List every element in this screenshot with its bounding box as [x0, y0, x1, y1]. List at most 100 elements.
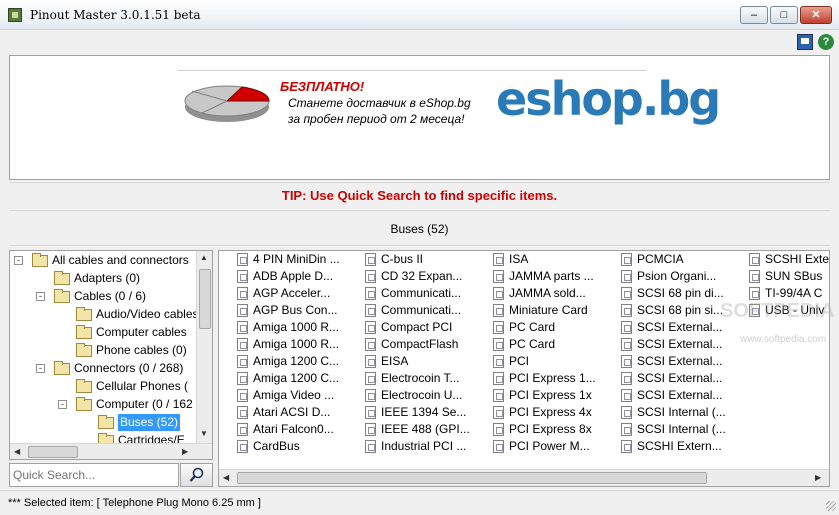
scroll-thumb[interactable]	[28, 446, 78, 458]
quick-search-input[interactable]	[9, 463, 179, 487]
list-item[interactable]: PC Card	[493, 319, 617, 336]
folder-icon	[54, 271, 70, 285]
list-item[interactable]: PCI Express 8x	[493, 421, 617, 438]
list-item-label: 4 PIN MiniDin ...	[253, 252, 340, 266]
scroll-up-icon[interactable]: ▲	[200, 253, 208, 262]
list-item[interactable]: C-bus II	[365, 251, 489, 268]
collapse-icon[interactable]: -	[14, 256, 23, 265]
close-button[interactable]: ✕	[800, 6, 832, 24]
list-item[interactable]: Atari Falcon0...	[237, 421, 361, 438]
scroll-left-icon[interactable]: ◀	[14, 447, 20, 456]
list-item[interactable]: PCI Express 4x	[493, 404, 617, 421]
list-item[interactable]: PCI Express 1...	[493, 370, 617, 387]
list-item[interactable]: Amiga 1200 C...	[237, 370, 361, 387]
list-item[interactable]: JAMMA sold...	[493, 285, 617, 302]
collapse-icon[interactable]: -	[36, 292, 45, 301]
item-list[interactable]: 4 PIN MiniDin ... ADB Apple D... AGP Accel…	[218, 250, 830, 487]
pinout-document-icon	[493, 287, 504, 300]
watermark-url: www.softpedia.com	[740, 334, 827, 345]
list-item[interactable]: SUN SBus	[749, 268, 829, 285]
ad-banner[interactable]: БЕЗПЛАТНО! Станете доставчик в eShop.bg …	[178, 70, 721, 130]
list-item[interactable]: PC Card	[493, 336, 617, 353]
list-item[interactable]: AGP Bus Con...	[237, 302, 361, 319]
folder-icon	[98, 415, 114, 429]
list-item[interactable]: PCI Express 1x	[493, 387, 617, 404]
tree-horizontal-scrollbar[interactable]: ◀ ▶	[10, 443, 212, 459]
ad-text-line-2: за пробен период от 2 месеца!	[288, 112, 465, 126]
list-item-label: SCSI External...	[637, 320, 723, 334]
list-item[interactable]: IEEE 488 (GPI...	[365, 421, 489, 438]
pinout-document-icon	[493, 406, 504, 419]
list-item[interactable]: Industrial PCI ...	[365, 438, 489, 455]
list-item[interactable]: SCSI External...	[621, 387, 745, 404]
scroll-thumb[interactable]	[237, 472, 707, 484]
list-item[interactable]: CompactFlash	[365, 336, 489, 353]
list-item[interactable]: Communicati...	[365, 302, 489, 319]
scroll-right-icon[interactable]: ▶	[815, 473, 821, 482]
list-item[interactable]: SCSHI Extern...	[621, 438, 745, 455]
ad-free-text: БЕЗПЛАТНО!	[280, 79, 365, 94]
list-item[interactable]: Atari ACSI D...	[237, 404, 361, 421]
maximize-button[interactable]: □	[770, 6, 798, 24]
pinout-document-icon	[365, 423, 376, 436]
scroll-left-icon[interactable]: ◀	[223, 473, 229, 482]
list-item[interactable]: ADB Apple D...	[237, 268, 361, 285]
list-item[interactable]: SCSI External...	[621, 353, 745, 370]
list-item-label: Communicati...	[381, 303, 462, 317]
list-item[interactable]: Electrocoin T...	[365, 370, 489, 387]
list-item[interactable]: AGP Acceler...	[237, 285, 361, 302]
list-item[interactable]: SCSI Internal (...	[621, 421, 745, 438]
list-item[interactable]: Amiga Video ...	[237, 387, 361, 404]
list-item[interactable]: Communicati...	[365, 285, 489, 302]
pinout-document-icon	[621, 406, 632, 419]
tree-item-label: Phone cables (0)	[96, 343, 187, 357]
list-item[interactable]: CardBus	[237, 438, 361, 455]
tip-text: TIP: Use Quick Search to find specific i…	[9, 182, 830, 208]
search-button[interactable]	[180, 463, 213, 487]
list-item[interactable]: SCSI External...	[621, 370, 745, 387]
pinout-document-icon	[493, 372, 504, 385]
pinout-document-icon	[621, 253, 632, 266]
list-item[interactable]: Compact PCI	[365, 319, 489, 336]
list-item[interactable]: SCSI External...	[621, 336, 745, 353]
folder-icon	[32, 253, 48, 267]
help-icon[interactable]: ?	[818, 34, 834, 50]
app-icon	[8, 8, 22, 22]
list-item[interactable]: Amiga 1200 C...	[237, 353, 361, 370]
list-item-label: Communicati...	[381, 286, 462, 300]
export-icon[interactable]	[797, 34, 813, 50]
list-item[interactable]: Amiga 1000 R...	[237, 319, 361, 336]
list-item[interactable]: SCSHI Exte	[749, 251, 829, 268]
collapse-icon[interactable]: -	[58, 400, 67, 409]
list-item-label: SCSI Internal (...	[637, 405, 726, 419]
collapse-icon[interactable]: -	[36, 364, 45, 373]
scroll-thumb[interactable]	[199, 269, 211, 329]
list-item[interactable]: SCSI Internal (...	[621, 404, 745, 421]
list-item[interactable]: Amiga 1000 R...	[237, 336, 361, 353]
tree-vertical-scrollbar[interactable]: ▲ ▼	[196, 251, 212, 443]
pinout-document-icon	[621, 287, 632, 300]
list-item[interactable]: EISA	[365, 353, 489, 370]
list-item[interactable]: PCI	[493, 353, 617, 370]
list-item[interactable]: CD 32 Expan...	[365, 268, 489, 285]
list-item[interactable]: Psion Organi...	[621, 268, 745, 285]
list-item[interactable]: Electrocoin U...	[365, 387, 489, 404]
ad-text-line-1: Станете доставчик в eShop.bg	[288, 96, 471, 110]
scroll-right-icon[interactable]: ▶	[182, 447, 188, 456]
tree-item-label: Cables (0 / 6)	[74, 289, 147, 303]
list-horizontal-scrollbar[interactable]: ◀ ▶	[219, 469, 829, 486]
list-item[interactable]: ISA	[493, 251, 617, 268]
list-item-label: Amiga Video ...	[253, 388, 335, 402]
folder-icon	[54, 289, 70, 303]
list-item[interactable]: Miniature Card	[493, 302, 617, 319]
resize-grip-icon[interactable]	[826, 501, 836, 511]
pinout-document-icon	[493, 253, 504, 266]
list-item[interactable]: PCI Power M...	[493, 438, 617, 455]
list-item[interactable]: IEEE 1394 Se...	[365, 404, 489, 421]
minimize-button[interactable]: –	[740, 6, 768, 24]
category-tree[interactable]: - All cables and connectors Adapters (0) - C…	[9, 250, 213, 460]
scroll-down-icon[interactable]: ▼	[200, 429, 208, 438]
list-item[interactable]: 4 PIN MiniDin ...	[237, 251, 361, 268]
list-item[interactable]: PCMCIA	[621, 251, 745, 268]
list-item[interactable]: JAMMA parts ...	[493, 268, 617, 285]
